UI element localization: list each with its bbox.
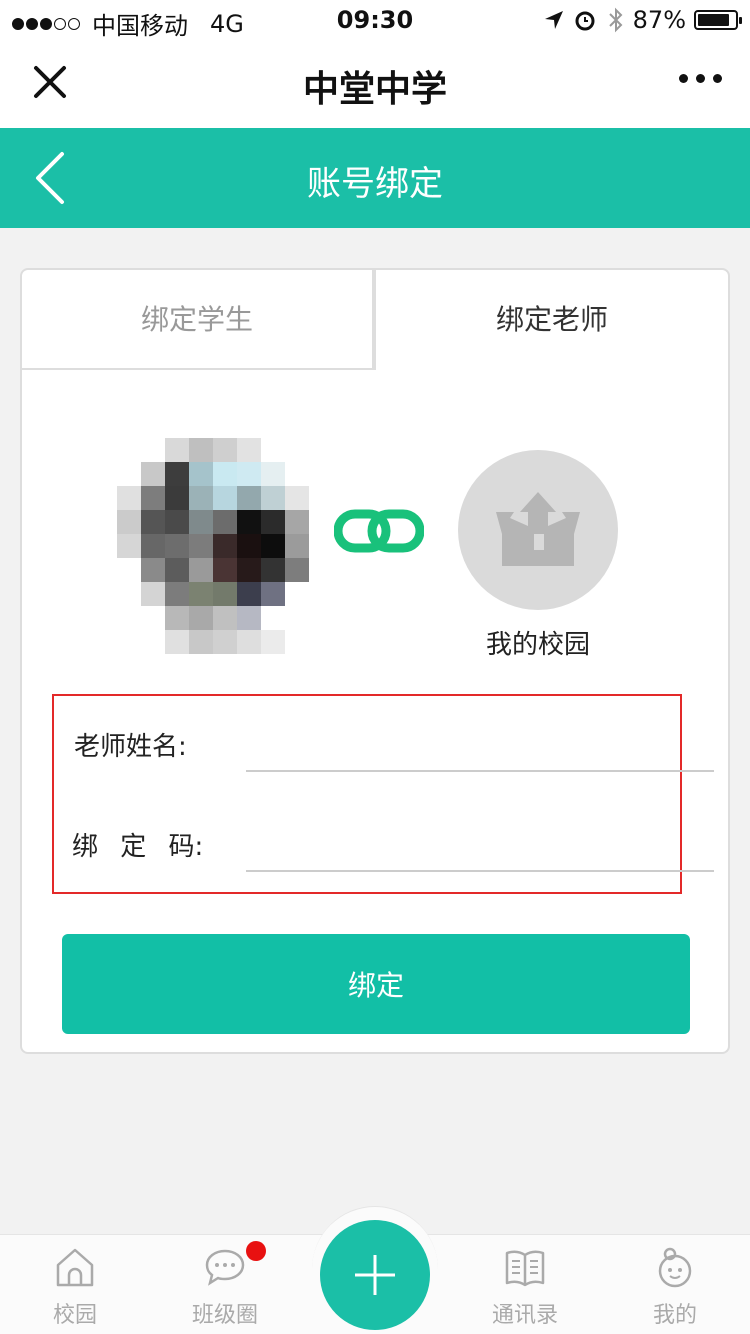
teacher-name-input[interactable] <box>246 708 714 772</box>
book-icon <box>505 1250 545 1287</box>
teacher-form: 老师姓名: 绑 定 码: <box>52 694 714 894</box>
tab-campus-label: 校园 <box>52 1303 97 1328</box>
bind-code-row: 绑 定 码: <box>54 796 714 886</box>
page-header: 账号绑定 <box>0 128 750 228</box>
castle-icon <box>496 492 580 566</box>
tab-bind-teacher[interactable]: 绑定老师 <box>374 268 730 374</box>
chat-bubble-icon <box>205 1249 245 1286</box>
bind-code-input[interactable] <box>246 808 714 872</box>
tab-class-circle-label: 班级圈 <box>191 1303 258 1328</box>
tab-contacts-label: 通讯录 <box>491 1303 558 1328</box>
location-arrow-icon <box>544 11 563 29</box>
home-icon <box>56 1248 94 1287</box>
school-name: 我的校园 <box>485 630 590 660</box>
wechat-page-title: 中堂中学 <box>302 69 447 110</box>
bind-card: 我的校园 老师姓名: 绑 定 码: 绑定 <box>20 370 730 1054</box>
status-bar: 中国移动 4G 09:30 87% <box>0 0 750 40</box>
battery-icon <box>694 10 742 30</box>
bind-tabs: 绑定学生 绑定老师 <box>20 268 730 374</box>
bluetooth-icon <box>608 7 623 33</box>
notification-badge <box>246 1241 266 1261</box>
teacher-name-row: 老师姓名: <box>54 696 714 786</box>
plus-icon <box>355 1255 395 1295</box>
tab-me-label: 我的 <box>652 1303 697 1328</box>
bind-button[interactable]: 绑定 <box>62 934 690 1034</box>
teacher-name-label: 老师姓名: <box>74 732 187 762</box>
alarm-icon <box>575 11 595 31</box>
page-title: 账号绑定 <box>307 164 443 204</box>
status-right: 87% <box>543 6 742 34</box>
bind-code-label: 绑 定 码: <box>72 832 204 862</box>
tab-contacts[interactable]: 通讯录 <box>450 1235 600 1334</box>
user-avatar <box>117 438 312 666</box>
more-options-icon[interactable] <box>679 74 722 83</box>
tab-bind-student[interactable]: 绑定学生 <box>20 268 374 370</box>
school-logo[interactable] <box>458 450 618 610</box>
link-icon <box>334 509 424 553</box>
add-button[interactable] <box>320 1220 430 1330</box>
tab-class-circle[interactable]: 班级圈 <box>150 1235 300 1334</box>
battery-percent: 87% <box>632 6 686 34</box>
tab-me[interactable]: 我的 <box>600 1235 750 1334</box>
wechat-nav-bar: 中堂中学 <box>0 40 750 128</box>
profile-icon <box>658 1247 692 1288</box>
tab-campus[interactable]: 校园 <box>0 1235 150 1334</box>
